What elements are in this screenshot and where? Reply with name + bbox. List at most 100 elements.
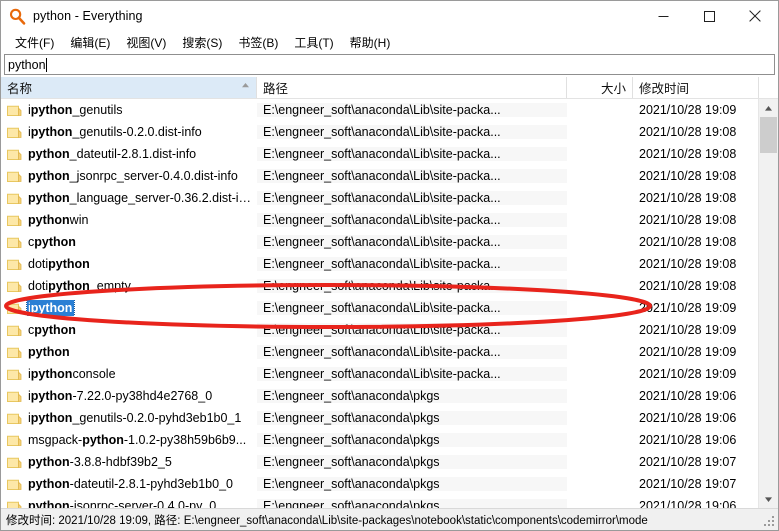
menu-file[interactable]: 文件(F) xyxy=(8,32,61,53)
name-match: python xyxy=(34,235,76,249)
table-row[interactable]: python E:\engneer_soft\anaconda\Lib\site-… xyxy=(1,341,758,363)
table-row[interactable]: msgpack-python-1.0.2-py38h59b6b9... E:\en… xyxy=(1,429,758,451)
column-header-label: 路径 xyxy=(263,82,289,96)
name-suffix: _genutils-0.2.0-pyhd3eb1b0_1 xyxy=(72,411,242,425)
file-name: ipython-7.22.0-py38hd4e2768_0 xyxy=(27,388,214,404)
column-header-path[interactable]: 路径 xyxy=(257,77,567,98)
file-name: ipython_genutils xyxy=(27,102,125,118)
table-row[interactable]: dotipython_empty E:\engneer_soft\anaconda… xyxy=(1,275,758,297)
table-row[interactable]: ipython-7.22.0-py38hd4e2768_0 E:\engneer_… xyxy=(1,385,758,407)
column-header-date[interactable]: 修改时间 xyxy=(633,77,759,98)
menu-edit[interactable]: 编辑(E) xyxy=(63,32,117,53)
cell-name: python-dateutil-2.8.1-pyhd3eb1b0_0 xyxy=(1,476,257,492)
name-match: python xyxy=(30,125,73,139)
results-area: ipython_genutils E:\engneer_soft\anaconda… xyxy=(1,99,778,508)
cell-name: ipythonconsole xyxy=(1,366,257,382)
name-match: python xyxy=(28,213,70,227)
folder-icon xyxy=(7,236,22,249)
name-prefix: doti xyxy=(28,257,49,271)
sort-ascending-icon xyxy=(241,79,250,88)
cell-name: ipython xyxy=(1,300,257,316)
table-row[interactable]: cpython E:\engneer_soft\anaconda\Lib\site… xyxy=(1,231,758,253)
folder-icon xyxy=(7,478,22,491)
file-name: cpython xyxy=(27,322,78,338)
table-row[interactable]: cpython E:\engneer_soft\anaconda\Lib\site… xyxy=(1,319,758,341)
scroll-down-button[interactable] xyxy=(759,490,778,508)
file-name: dotipython xyxy=(27,256,92,272)
table-row[interactable]: python_language_server-0.36.2.dist-in...… xyxy=(1,187,758,209)
window-controls xyxy=(640,1,778,31)
maximize-button[interactable] xyxy=(686,1,732,31)
menu-tools[interactable]: 工具(T) xyxy=(287,32,340,53)
table-row[interactable]: ipython E:\engneer_soft\anaconda\Lib\site… xyxy=(1,297,758,319)
title-bar-left: python - Everything xyxy=(1,8,143,25)
column-header-name[interactable]: 名称 xyxy=(1,77,257,98)
table-row[interactable]: dotipython E:\engneer_soft\anaconda\Lib\s… xyxy=(1,253,758,275)
menu-view[interactable]: 视图(V) xyxy=(119,32,173,53)
name-suffix: _jsonrpc_server-0.4.0.dist-info xyxy=(69,169,238,183)
file-name: python_dateutil-2.8.1.dist-info xyxy=(27,146,198,162)
search-input[interactable]: python xyxy=(4,54,775,75)
cell-path: E:\engneer_soft\anaconda\Lib\site-packa.… xyxy=(257,169,567,183)
table-row[interactable]: python-jsonrpc-server-0.4.0-py_0 E:\engne… xyxy=(1,495,758,508)
cell-date: 2021/10/28 19:08 xyxy=(639,257,737,271)
name-match: python xyxy=(30,411,73,425)
search-bar: python xyxy=(1,53,778,77)
results-list[interactable]: ipython_genutils E:\engneer_soft\anaconda… xyxy=(1,99,758,508)
folder-icon xyxy=(7,346,22,359)
column-header-size[interactable]: 大小 xyxy=(567,77,633,98)
cell-date: 2021/10/28 19:06 xyxy=(639,499,737,508)
close-button[interactable] xyxy=(732,1,778,31)
folder-icon xyxy=(7,192,22,205)
name-suffix: _language_server-0.36.2.dist-in... xyxy=(69,191,256,205)
cell-date: 2021/10/28 19:06 xyxy=(639,433,737,447)
cell-name: python_jsonrpc_server-0.4.0.dist-info xyxy=(1,168,257,184)
menu-help[interactable]: 帮助(H) xyxy=(343,32,398,53)
table-row[interactable]: python-3.8.8-hdbf39b2_5 E:\engneer_soft\a… xyxy=(1,451,758,473)
table-row[interactable]: ipython_genutils-0.2.0-pyhd3eb1b0_1 E:\en… xyxy=(1,407,758,429)
table-row[interactable]: python_dateutil-2.8.1.dist-info E:\engnee… xyxy=(1,143,758,165)
cell-date: 2021/10/28 19:08 xyxy=(639,169,737,183)
title-bar: python - Everything xyxy=(1,1,778,31)
name-match: python xyxy=(34,323,76,337)
name-match: python xyxy=(28,147,70,161)
menu-bookmarks[interactable]: 书签(B) xyxy=(231,32,285,53)
name-match: python xyxy=(30,367,73,381)
cell-name: python_dateutil-2.8.1.dist-info xyxy=(1,146,257,162)
table-row[interactable]: ipython_genutils E:\engneer_soft\anaconda… xyxy=(1,99,758,121)
table-row[interactable]: pythonwin E:\engneer_soft\anaconda\Lib\si… xyxy=(1,209,758,231)
column-header-label: 大小 xyxy=(600,82,626,96)
name-match: python xyxy=(30,103,73,117)
menu-search[interactable]: 搜索(S) xyxy=(175,32,229,53)
name-suffix: -dateutil-2.8.1-pyhd3eb1b0_0 xyxy=(69,477,233,491)
cell-name: python-jsonrpc-server-0.4.0-py_0 xyxy=(1,498,257,508)
file-name: python_jsonrpc_server-0.4.0.dist-info xyxy=(27,168,240,184)
table-row[interactable]: ipython_genutils-0.2.0.dist-info E:\engne… xyxy=(1,121,758,143)
file-name: pythonwin xyxy=(27,212,90,228)
name-match: python xyxy=(30,389,73,403)
cell-path: E:\engneer_soft\anaconda\Lib\site-packa.… xyxy=(257,213,567,227)
magnifier-icon xyxy=(9,8,26,25)
table-row[interactable]: ipythonconsole E:\engneer_soft\anaconda\L… xyxy=(1,363,758,385)
folder-icon xyxy=(7,390,22,403)
name-suffix: _genutils xyxy=(72,103,123,117)
cell-path: E:\engneer_soft\anaconda\Lib\site-packa.… xyxy=(257,323,567,337)
cell-date: 2021/10/28 19:08 xyxy=(639,147,737,161)
cell-path: E:\engneer_soft\anaconda\Lib\site-packa.… xyxy=(257,345,567,359)
file-name: python-3.8.8-hdbf39b2_5 xyxy=(27,454,174,470)
scrollbar-track[interactable] xyxy=(759,117,778,490)
resize-grip-icon[interactable] xyxy=(763,515,775,527)
cell-name: python_language_server-0.36.2.dist-in... xyxy=(1,190,257,206)
table-row[interactable]: python_jsonrpc_server-0.4.0.dist-info E:\… xyxy=(1,165,758,187)
name-suffix: -3.8.8-hdbf39b2_5 xyxy=(69,455,172,469)
minimize-button[interactable] xyxy=(640,1,686,31)
table-row[interactable]: python-dateutil-2.8.1-pyhd3eb1b0_0 E:\eng… xyxy=(1,473,758,495)
vertical-scrollbar[interactable] xyxy=(758,99,778,508)
name-match: python xyxy=(28,499,70,508)
cell-path: E:\engneer_soft\anaconda\pkgs xyxy=(257,433,567,447)
folder-icon xyxy=(7,434,22,447)
scroll-up-button[interactable] xyxy=(759,99,778,117)
cell-path: E:\engneer_soft\anaconda\Lib\site-packa.… xyxy=(257,147,567,161)
cell-path: E:\engneer_soft\anaconda\Lib\site-packa.… xyxy=(257,235,567,249)
scrollbar-thumb[interactable] xyxy=(760,117,777,153)
